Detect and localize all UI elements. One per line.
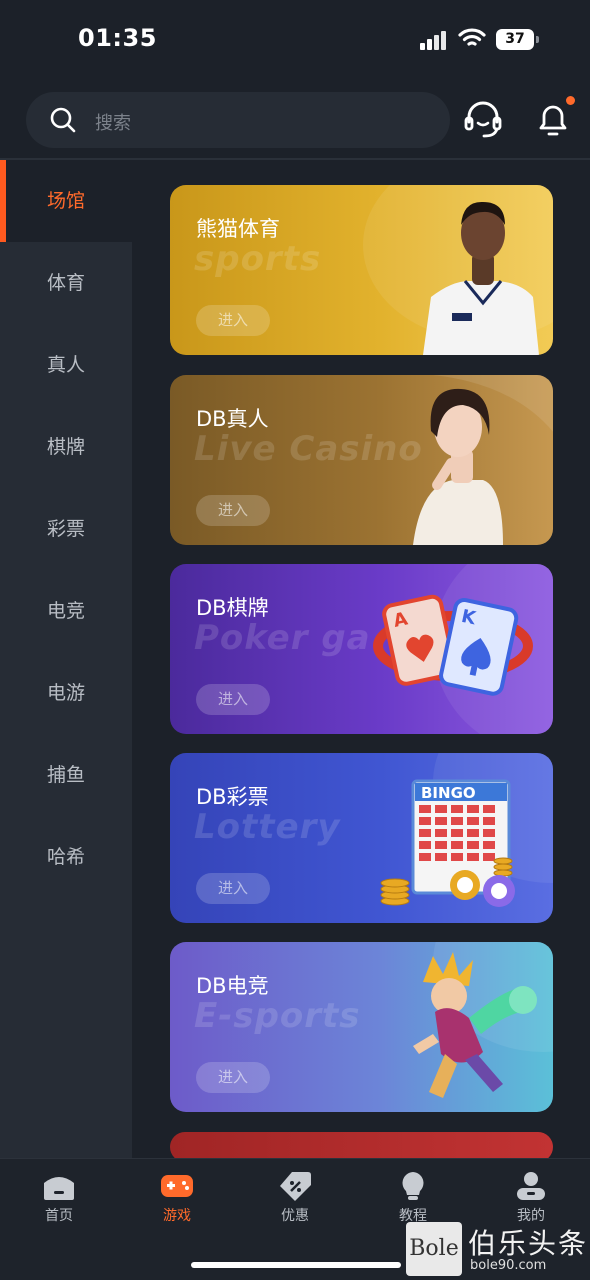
enter-button[interactable]: 进入	[196, 873, 270, 904]
venue-card-panda-sports[interactable]: 熊猫体育 sports 进入	[170, 185, 553, 355]
home-icon	[44, 1177, 74, 1200]
watermark-url: bole90.com	[470, 1258, 547, 1273]
sidebar-item-slots[interactable]: 电游	[0, 652, 132, 734]
lightbulb-icon	[402, 1172, 424, 1200]
sidebar-item-hash[interactable]: 哈希	[0, 816, 132, 898]
card-subtitle: sports	[194, 239, 322, 279]
enter-button[interactable]: 进入	[196, 684, 270, 715]
svg-text:BINGO: BINGO	[421, 784, 476, 802]
wifi-icon	[458, 28, 486, 46]
bingo-image: BINGO	[380, 753, 553, 907]
tab-games[interactable]: 游戏	[137, 1171, 217, 1231]
sidebar-item-cards[interactable]: 棋牌	[0, 406, 132, 488]
card-subtitle: E-sports	[194, 996, 361, 1036]
venue-card-db-poker[interactable]: A K DB棋牌 Poker ga 进入	[170, 564, 553, 734]
venue-card-db-lottery[interactable]: BINGO DB彩票 Lottery 进入	[170, 753, 553, 923]
status-bar: 01:35 37	[0, 0, 590, 80]
venue-card-db-live[interactable]: DB真人 Live Casino 进入	[170, 375, 553, 545]
search-placeholder: 搜索	[95, 113, 131, 134]
cellular-signal-icon	[420, 30, 448, 50]
sidebar-item-fishing[interactable]: 捕鱼	[0, 734, 132, 816]
home-indicator	[191, 1262, 401, 1268]
category-sidebar: 场馆 体育 真人 棋牌 彩票 电竞 电游 捕鱼 哈希	[0, 160, 132, 1158]
tab-label: 首页	[45, 1208, 73, 1224]
tab-label: 游戏	[163, 1208, 191, 1224]
status-time: 01:35	[78, 24, 157, 52]
athlete-image	[363, 185, 553, 355]
watermark: Bole 伯乐头条 bole90.com	[406, 1222, 590, 1280]
tab-label: 优惠	[281, 1208, 309, 1224]
enter-button[interactable]: 进入	[196, 495, 270, 526]
sidebar-item-venues[interactable]: 场馆	[0, 160, 132, 242]
venue-card-db-esports[interactable]: DB电竞 E-sports 进入	[170, 942, 553, 1112]
card-subtitle: Lottery	[194, 807, 341, 847]
enter-button[interactable]: 进入	[196, 305, 270, 336]
discount-tag-icon	[280, 1172, 311, 1201]
tab-promotions[interactable]: 优惠	[255, 1171, 335, 1231]
tab-home[interactable]: 首页	[19, 1171, 99, 1231]
profile-icon	[517, 1172, 545, 1200]
card-subtitle: Live Casino	[194, 429, 423, 469]
enter-button[interactable]: 进入	[196, 1062, 270, 1093]
playing-cards-image: A K	[373, 564, 553, 734]
headset-icon[interactable]	[462, 98, 504, 140]
battery-icon: 37	[496, 29, 539, 50]
search-bar[interactable]: 搜索	[26, 92, 450, 148]
card-subtitle: Poker ga	[194, 618, 371, 658]
sidebar-item-sports[interactable]: 体育	[0, 242, 132, 324]
notification-badge	[566, 96, 575, 105]
esports-hero-image	[413, 942, 553, 1098]
gamepad-icon	[161, 1175, 193, 1197]
watermark-text: 伯乐头条	[468, 1227, 589, 1260]
sidebar-item-esports[interactable]: 电竞	[0, 570, 132, 652]
sidebar-item-lottery[interactable]: 彩票	[0, 488, 132, 570]
watermark-logo: Bole	[406, 1222, 462, 1276]
search-icon	[50, 107, 76, 133]
sidebar-item-live[interactable]: 真人	[0, 324, 132, 406]
